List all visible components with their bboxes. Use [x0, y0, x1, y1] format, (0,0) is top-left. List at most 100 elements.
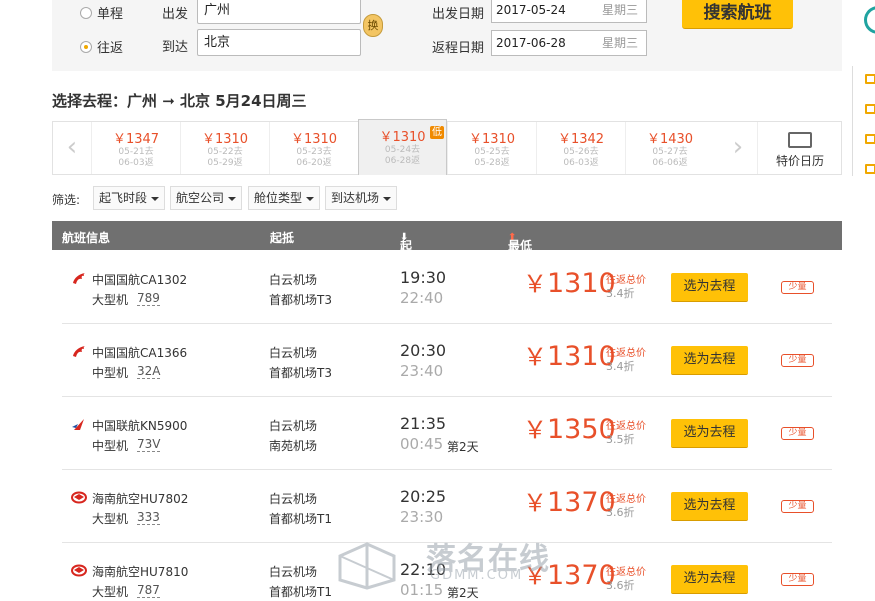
aircraft-model-link[interactable]: 787 — [137, 583, 160, 598]
arrive-city-label: 到达 — [162, 40, 189, 55]
departure-time: 20:25 — [400, 487, 447, 506]
date-option-depart: 05-21去 — [118, 147, 154, 157]
swap-cities-button[interactable]: 换 — [363, 14, 383, 37]
aircraft-model-link[interactable]: 333 — [137, 510, 160, 525]
date-option-depart: 05-27去 — [652, 147, 688, 157]
filter-airline[interactable]: 航空公司 — [170, 186, 243, 210]
currency-symbol: ￥ — [523, 416, 547, 444]
departure-time: 20:30 — [400, 341, 447, 360]
caret-down-icon — [306, 196, 315, 201]
date-option-return: 06-03返 — [118, 158, 154, 168]
radio-oneway[interactable] — [80, 6, 92, 19]
aircraft-model-link[interactable]: 32A — [137, 364, 161, 379]
return-weekday: 星期三 — [601, 36, 638, 50]
arrival-time: 23:40 — [400, 362, 444, 380]
select-outbound-button[interactable]: 选为去程 — [671, 419, 748, 448]
special-price-calendar-button[interactable]: 特价日历 — [757, 122, 842, 174]
checkbox-icon[interactable] — [865, 104, 875, 114]
return-date-input[interactable]: 2017-06-28 星期三 — [491, 30, 647, 56]
few-seats-badge: 少量 — [781, 281, 814, 294]
select-outbound-button[interactable]: 选为去程 — [671, 492, 748, 521]
next-dates-chevron-right-icon[interactable]: › — [719, 122, 757, 174]
depart-weekday: 星期三 — [601, 3, 638, 17]
site-logo-icon — [864, 6, 875, 34]
filter-option-label: 起飞时段 — [99, 191, 148, 205]
select-outbound-button[interactable]: 选为去程 — [671, 346, 748, 375]
depart-city-input[interactable]: 广州 — [197, 0, 361, 24]
filter-departure-time[interactable]: 起飞时段 — [93, 186, 166, 210]
date-option-price: ￥1430 — [646, 132, 694, 147]
discount: 3.6折 — [606, 579, 635, 592]
arrive-city-input[interactable]: 北京 — [197, 29, 361, 56]
arrival-airport: 首都机场T3 — [269, 366, 332, 380]
date-option-price: ￥1310 — [290, 132, 338, 147]
flight-row: 中国国航CA1366 中型机 32A 白云机场 首都机场T3 20:30 23:40 ￥131… — [62, 324, 832, 397]
flight-row: 海南航空HU7802 大型机 333 白云机场 首都机场T1 20:25 23:30 ￥137… — [62, 470, 832, 543]
date-option[interactable]: ￥1430 05-27去 06-06返 — [625, 122, 714, 174]
departure-airport: 白云机场 — [269, 419, 318, 433]
side-checklist — [852, 66, 875, 176]
date-option[interactable]: ￥1342 05-26去 06-03返 — [536, 122, 625, 174]
date-option[interactable]: ￥1310 05-23去 06-20返 — [269, 122, 358, 174]
price: ￥1370 — [523, 487, 616, 519]
sort-by-time[interactable]: 起抵时间 ⬇ — [400, 229, 412, 304]
air-china-icon — [71, 345, 87, 358]
date-option[interactable]: ￥1310 05-24去 06-28返低 — [358, 119, 447, 175]
search-flights-button[interactable]: 搜索航班 — [682, 0, 793, 29]
header-takeoff-landing: 起抵 — [270, 231, 295, 245]
flight-table-header: 航班信息 起抵 起抵时间 ⬇ 最低价格（不含税费） ⬆ — [52, 221, 842, 321]
date-option-return: 05-28返 — [474, 158, 510, 168]
date-option-depart: 05-24去 — [384, 145, 421, 155]
date-option[interactable]: ￥1310 05-22去 05-29返 — [180, 122, 269, 174]
trip-type-oneway[interactable]: 单程 — [80, 3, 123, 22]
price: ￥1310 — [523, 341, 616, 373]
departure-time: 22:10 — [400, 560, 447, 579]
header-flight-info: 航班信息 — [62, 231, 111, 245]
caret-down-icon — [228, 196, 237, 201]
calendar-icon — [788, 132, 812, 148]
select-outbound-button[interactable]: 选为去程 — [671, 565, 748, 594]
aircraft-size: 大型机 — [92, 585, 129, 599]
filter-option-label: 航空公司 — [176, 191, 225, 205]
hainan-airlines-icon — [71, 564, 87, 577]
departure-airport: 白云机场 — [269, 565, 318, 579]
checkbox-icon[interactable] — [865, 164, 875, 174]
radio-roundtrip[interactable] — [80, 40, 92, 53]
trip-type-roundtrip[interactable]: 往返 — [80, 37, 123, 56]
calendar-label: 特价日历 — [775, 154, 824, 168]
filter-arrival-airport[interactable]: 到达机场 — [325, 186, 398, 210]
right-sidebar — [852, 0, 875, 601]
arrival-time: 22:40 — [400, 289, 444, 307]
round-trip-total-label: 往返总价 — [606, 494, 646, 505]
date-option[interactable]: ￥1310 05-25去 05-28返 — [447, 122, 536, 174]
discount: 3.4折 — [606, 360, 635, 373]
depart-city-label: 出发 — [162, 7, 189, 22]
date-option-return: 05-29返 — [207, 158, 243, 168]
filter-cabin-class[interactable]: 舱位类型 — [248, 186, 321, 210]
select-outbound-button[interactable]: 选为去程 — [671, 273, 748, 302]
depart-date-input[interactable]: 2017-05-24 星期三 — [491, 0, 647, 23]
checkbox-icon[interactable] — [865, 134, 875, 144]
few-seats-badge: 少量 — [781, 573, 814, 586]
filter-option-label: 舱位类型 — [254, 191, 303, 205]
china-united-icon — [71, 418, 87, 431]
currency-symbol: ￥ — [523, 343, 547, 371]
prev-dates-chevron-left-icon[interactable]: ‹ — [53, 122, 91, 174]
discount: 3.5折 — [606, 433, 635, 446]
currency-symbol: ￥ — [523, 270, 547, 298]
arrival-airport: 首都机场T1 — [269, 512, 332, 526]
arrival-time: 00:45 — [400, 435, 444, 453]
round-trip-total-label: 往返总价 — [606, 421, 646, 432]
aircraft-size: 大型机 — [92, 512, 129, 526]
checkbox-icon[interactable] — [865, 74, 875, 84]
date-option[interactable]: ￥1347 05-21去 06-03返 — [91, 122, 180, 174]
date-option-price: ￥1310 — [201, 132, 249, 147]
aircraft-model-link[interactable]: 73V — [137, 437, 161, 452]
aircraft-model-link[interactable]: 789 — [137, 291, 160, 306]
aircraft-size: 中型机 — [92, 366, 129, 380]
round-trip-total-label: 往返总价 — [606, 275, 646, 286]
currency-symbol: ￥ — [523, 562, 547, 590]
arrival-airport: 南苑机场 — [269, 439, 318, 453]
sort-by-price[interactable]: 最低价格（不含税费） ⬆ — [508, 229, 532, 321]
search-panel: 单程 往返 出发 广州 到达 北京 换 出发日期 2017-05-24 星期三 … — [52, 0, 842, 71]
